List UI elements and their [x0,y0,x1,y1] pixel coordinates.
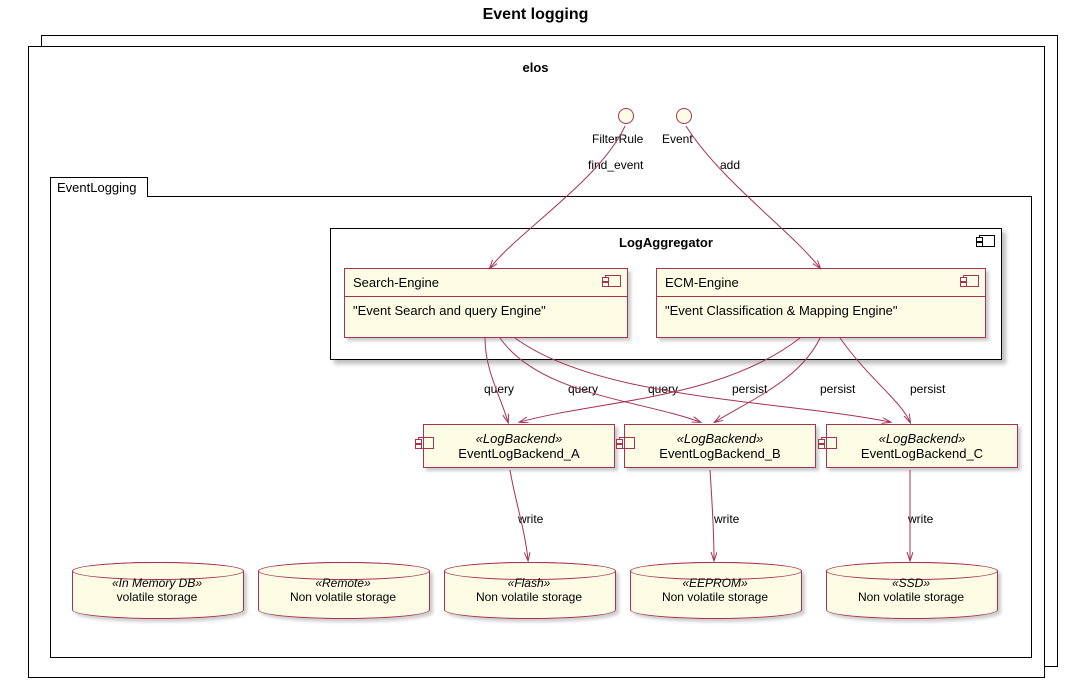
edge-persist-a-label: persist [732,382,767,396]
search-engine-name: Search-Engine [345,269,627,297]
edge-persist-b-label: persist [820,382,855,396]
edge-add-label: add [720,158,740,172]
backend-a-name: EventLogBackend_A [434,446,604,461]
component-icon [963,275,979,287]
db4-stereo: «EEPROM» [682,576,747,590]
edge-find-event-label: find_event [588,158,643,172]
db-inmemory: «In Memory DB»volatile storage [72,562,242,617]
ecm-engine-desc: "Event Classification & Mapping Engine" [657,297,985,324]
ecm-engine-name: ECM-Engine [657,269,985,297]
ecm-engine-component: ECM-Engine "Event Classification & Mappi… [656,268,986,338]
backend-c-component: «LogBackend» EventLogBackend_C [826,424,1018,468]
filterrule-interface-icon [618,108,634,124]
search-engine-desc: "Event Search and query Engine" [345,297,627,324]
edge-write-a-label: write [518,512,543,526]
logaggregator-title: LogAggregator [331,235,1001,250]
backend-b-component: «LogBackend» EventLogBackend_B [624,424,816,468]
db1-stereo: «In Memory DB» [112,576,202,590]
db-eeprom: «EEPROM»Non volatile storage [630,562,800,617]
edge-query-c-label: query [648,382,678,396]
db-flash: «Flash»Non volatile storage [444,562,614,617]
edge-persist-c-label: persist [910,382,945,396]
db3-stereo: «Flash» [508,576,551,590]
db5-stereo: «SSD» [892,576,930,590]
backend-a-component: «LogBackend» EventLogBackend_A [423,424,615,468]
db-remote: «Remote»Non volatile storage [258,562,428,617]
filterrule-label: FilterRule [592,132,643,146]
db3-label: Non volatile storage [476,590,582,604]
backend-c-name: EventLogBackend_C [837,446,1007,461]
component-icon [979,235,995,247]
event-label: Event [662,132,693,146]
component-icon [418,437,434,449]
edge-query-a-label: query [484,382,514,396]
db2-label: Non volatile storage [290,590,396,604]
backend-c-stereo: «LogBackend» [837,431,1007,446]
event-interface-icon [676,108,692,124]
db5-label: Non volatile storage [858,590,964,604]
elos-label: elos [0,60,1071,75]
edge-query-b-label: query [568,382,598,396]
diagram-title: Event logging [0,6,1071,24]
component-icon [821,437,837,449]
db4-label: Non volatile storage [662,590,768,604]
component-icon [619,437,635,449]
backend-b-stereo: «LogBackend» [635,431,805,446]
edge-write-b-label: write [714,512,739,526]
eventlogging-package-tab: EventLogging [50,177,148,197]
diagram-canvas: Event logging elos EventLogging LogAggre… [0,0,1071,698]
backend-a-stereo: «LogBackend» [434,431,604,446]
db-ssd: «SSD»Non volatile storage [826,562,996,617]
db2-stereo: «Remote» [315,576,370,590]
component-icon [605,275,621,287]
db1-label: volatile storage [117,590,198,604]
edge-write-c-label: write [908,512,933,526]
search-engine-component: Search-Engine "Event Search and query En… [344,268,628,338]
backend-b-name: EventLogBackend_B [635,446,805,461]
